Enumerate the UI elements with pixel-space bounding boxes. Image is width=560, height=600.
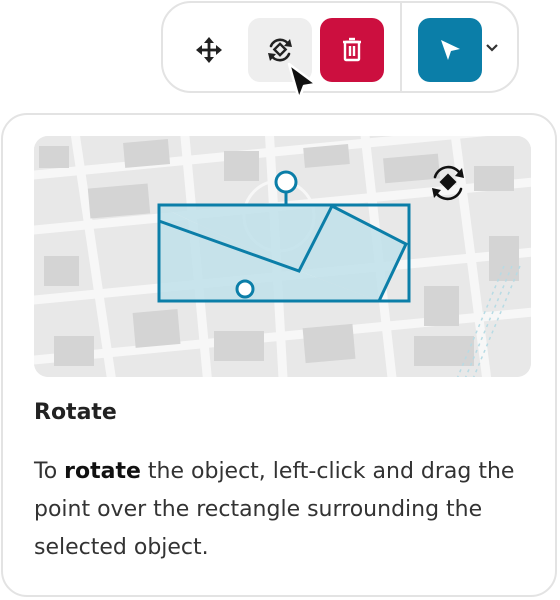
rotate-hint-icon (432, 165, 464, 201)
card-description: To rotate the object, left-click and dra… (34, 453, 534, 567)
trash-icon (343, 37, 361, 62)
chevron-down-icon (486, 44, 498, 52)
rotate-icon (268, 38, 292, 62)
delete-button[interactable] (320, 18, 384, 82)
description-prefix: To (34, 459, 65, 484)
tool-dropdown-toggle[interactable] (485, 41, 499, 55)
description-keyword: rotate (64, 459, 141, 484)
rotate-illustration (34, 136, 531, 377)
card-title: Rotate (34, 400, 117, 425)
move-button[interactable] (177, 18, 241, 82)
edit-toolbar (161, 1, 519, 93)
mouse-cursor-icon (287, 62, 318, 101)
pointer-arrow-icon (441, 40, 460, 60)
move-arrows-icon (196, 37, 222, 63)
select-tool-button[interactable] (418, 18, 482, 82)
toolbar-divider (400, 3, 402, 91)
help-card: Rotate To rotate the object, left-click … (1, 113, 557, 597)
